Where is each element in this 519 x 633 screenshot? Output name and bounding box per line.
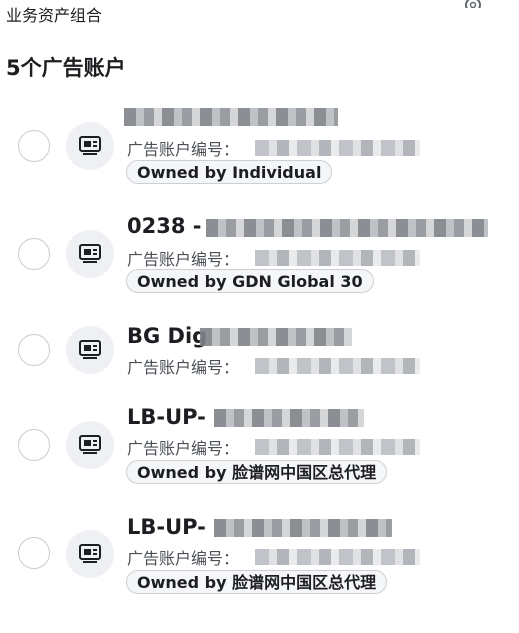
ad-account-icon: [66, 230, 114, 278]
account-id-label: 广告账户编号：: [127, 250, 240, 269]
top-bar: 业务资产组合: [0, 0, 519, 30]
redacted-name: [214, 409, 364, 427]
ad-account-row[interactable]: LB-UP- 广告账户编号： Owned by 脸谱网中国区总代理: [0, 397, 519, 497]
redacted-account-id: [255, 358, 420, 374]
portfolio-label: 业务资产组合: [6, 6, 103, 25]
owner-badge: Owned by 脸谱网中国区总代理: [126, 570, 388, 594]
ad-account-icon: [66, 122, 114, 170]
ad-account-row[interactable]: 广告账户编号： Owned by Individual: [0, 98, 519, 198]
redacted-account-id: [255, 439, 420, 455]
account-name: LB-UP-: [127, 405, 206, 429]
ad-account-row[interactable]: LB-UP- 广告账户编号： Owned by 脸谱网中国区总代理: [0, 507, 519, 607]
redacted-account-id: [255, 140, 420, 156]
account-id-label: 广告账户编号：: [127, 549, 240, 568]
account-name: LB-UP-: [127, 515, 206, 539]
owner-badge: Owned by 脸谱网中国区总代理: [126, 460, 388, 484]
redacted-account-id: [255, 250, 420, 266]
account-name: 0238 -: [127, 214, 202, 238]
redacted-name: [206, 219, 488, 237]
ad-account-icon: [66, 530, 114, 578]
ad-account-icon: [66, 421, 114, 469]
account-radio[interactable]: [18, 238, 50, 270]
redacted-account-id: [255, 549, 420, 565]
ad-account-icon: [66, 326, 114, 374]
account-radio[interactable]: [18, 334, 50, 366]
account-radio[interactable]: [18, 429, 50, 461]
redacted-name: [124, 108, 338, 126]
owner-badge: Owned by Individual: [126, 160, 333, 184]
redacted-name: [200, 328, 352, 346]
ad-account-row[interactable]: 0238 - 广告账户编号： Owned by GDN Global 30: [0, 206, 519, 306]
account-id-label: 广告账户编号：: [127, 358, 240, 377]
account-radio[interactable]: [18, 130, 50, 162]
gear-icon[interactable]: [462, 0, 484, 8]
page-title: 5个广告账户: [6, 56, 126, 80]
account-id-label: 广告账户编号：: [127, 439, 240, 458]
account-radio[interactable]: [18, 537, 50, 569]
owner-badge: Owned by GDN Global 30: [126, 269, 374, 293]
account-id-label: 广告账户编号：: [127, 140, 240, 159]
account-name: BG Dig: [127, 324, 208, 348]
redacted-name: [214, 519, 392, 537]
